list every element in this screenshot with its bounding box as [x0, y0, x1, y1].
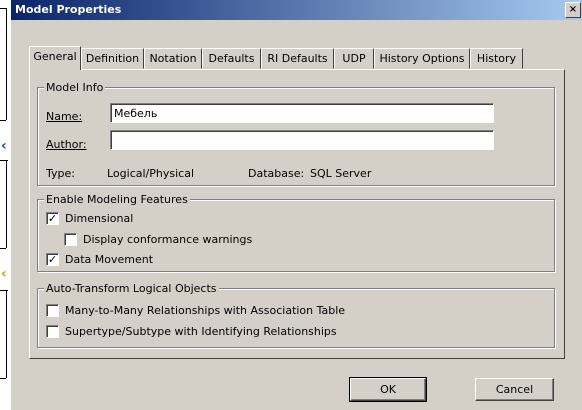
auto-transform-group: Auto-Transform Logical Objects Many-to-M… [37, 282, 555, 348]
author-input[interactable] [110, 130, 494, 150]
tab-definition[interactable]: Definition [81, 48, 144, 69]
conformance-warnings-checkbox[interactable] [64, 233, 77, 246]
tab-udp[interactable]: UDP [334, 48, 374, 69]
modeling-features-legend: Enable Modeling Features [44, 193, 190, 206]
background-line [6, 8, 7, 120]
type-value: Logical/Physical [107, 167, 195, 180]
arrow-left-icon: ‹ [1, 266, 7, 282]
background-line [0, 120, 6, 121]
tab-history-options[interactable]: History Options [374, 48, 470, 69]
dimensional-label: Dimensional [65, 212, 134, 225]
many-to-many-checkbox[interactable] [46, 304, 59, 317]
name-input[interactable] [110, 103, 494, 123]
conformance-warnings-label: Display conformance warnings [83, 233, 253, 246]
type-label: Type: [46, 167, 75, 180]
database-label: Database: [248, 167, 305, 180]
background-line [6, 160, 7, 248]
background-line [0, 378, 6, 379]
tab-general[interactable]: General [29, 46, 81, 70]
background-line [6, 290, 7, 378]
close-icon: × [568, 4, 578, 15]
general-tab-panel: Model Info Name: Author: Type: Logical/P… [29, 69, 565, 359]
name-label: Name: [46, 110, 83, 123]
model-properties-dialog: Model Properties × General Definition No… [10, 0, 582, 410]
background-line [0, 248, 6, 249]
auto-transform-legend: Auto-Transform Logical Objects [44, 282, 219, 295]
tab-ri-defaults[interactable]: RI Defaults [261, 48, 334, 69]
arrow-left-icon: ‹ [1, 138, 7, 154]
model-info-group: Model Info Name: Author: Type: Logical/P… [37, 81, 555, 186]
supertype-subtype-label: Supertype/Subtype with Identifying Relat… [65, 325, 337, 338]
window-title: Model Properties [15, 3, 122, 16]
database-value: SQL Server [310, 167, 372, 180]
title-bar[interactable]: Model Properties × [11, 0, 582, 20]
data-movement-checkbox[interactable]: ✓ [46, 253, 59, 266]
model-info-legend: Model Info [44, 81, 106, 94]
cancel-button[interactable]: Cancel [475, 378, 554, 401]
many-to-many-label: Many-to-Many Relationships with Associat… [65, 304, 346, 317]
data-movement-label: Data Movement [65, 253, 154, 266]
ok-button[interactable]: OK [349, 377, 427, 402]
modeling-features-group: Enable Modeling Features ✓ Dimensional D… [37, 193, 555, 272]
tab-history[interactable]: History [470, 48, 523, 69]
tab-defaults[interactable]: Defaults [202, 48, 261, 69]
author-label: Author: [46, 138, 87, 151]
background-canvas-strip: ‹ ‹ [0, 0, 10, 410]
supertype-subtype-checkbox[interactable] [46, 325, 59, 338]
close-button[interactable]: × [565, 2, 581, 18]
tab-notation[interactable]: Notation [144, 48, 202, 69]
dimensional-checkbox[interactable]: ✓ [46, 212, 59, 225]
